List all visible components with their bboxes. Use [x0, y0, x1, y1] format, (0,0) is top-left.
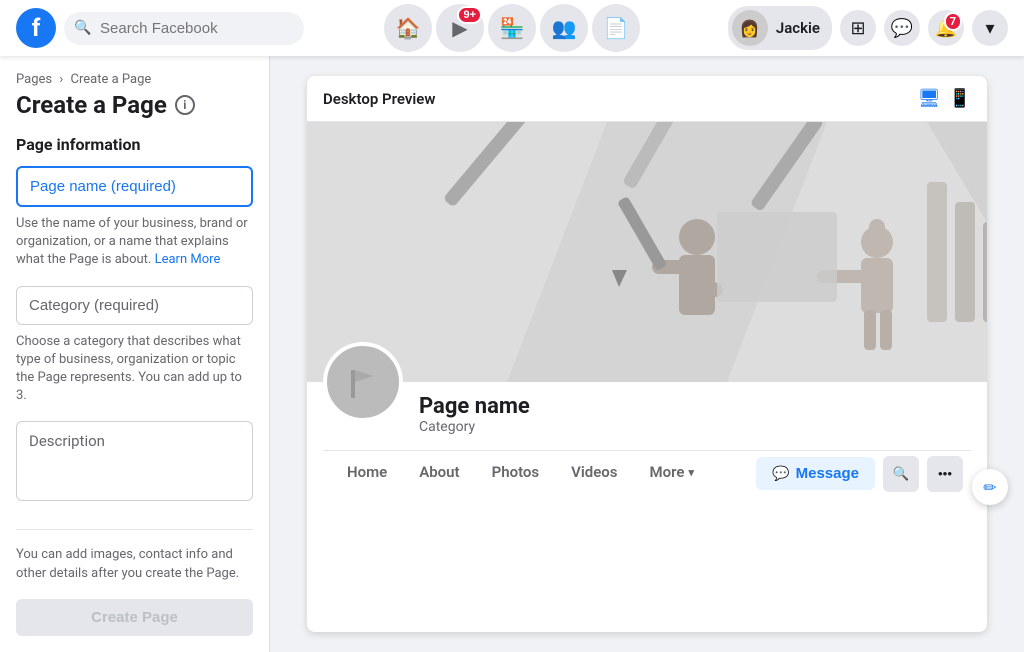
marketplace-nav-button[interactable]: 🏪: [488, 4, 536, 52]
page-name-help: Use the name of your business, brand or …: [16, 215, 253, 270]
description-input[interactable]: [16, 421, 253, 501]
breadcrumb: Pages › Create a Page: [16, 72, 253, 87]
page-name-area: Page name Category: [323, 382, 971, 442]
preview-device-switcher: 🖥 📱: [918, 88, 971, 109]
tab-more-label: More: [649, 463, 684, 481]
preview-title: Desktop Preview: [323, 90, 435, 108]
left-sidebar: Pages › Create a Page Create a Page i Pa…: [0, 56, 270, 652]
message-label: Message: [796, 465, 859, 482]
page-category-display: Category: [419, 419, 971, 435]
cover-illustration: [307, 122, 987, 382]
more-link[interactable]: More: [190, 252, 220, 267]
desktop-preview-icon[interactable]: 🖥: [918, 88, 941, 109]
breadcrumb-separator: ›: [59, 72, 63, 87]
right-content: Desktop Preview 🖥 📱: [270, 56, 1024, 652]
breadcrumb-current: Create a Page: [70, 72, 151, 87]
search-wrap: 🔍: [64, 12, 304, 45]
account-menu-button[interactable]: ▾: [972, 10, 1008, 46]
info-icon[interactable]: i: [175, 95, 195, 115]
add-details-text: You can add images, contact info and oth…: [16, 546, 253, 582]
search-action-button[interactable]: 🔍: [883, 456, 919, 492]
notifications-button[interactable]: 🔔 7: [928, 10, 964, 46]
search-icon: 🔍: [74, 20, 91, 36]
message-button[interactable]: 💬 Message: [756, 457, 875, 490]
page-information-label: Page information: [16, 135, 253, 154]
messenger-button[interactable]: 💬: [884, 10, 920, 46]
gaming-nav-button[interactable]: 📄: [592, 4, 640, 52]
page-heading: Create a Page i: [16, 91, 253, 119]
home-nav-button[interactable]: 🏠: [384, 4, 432, 52]
tab-more-chevron-icon: ▾: [688, 466, 694, 479]
preview-card: Desktop Preview 🖥 📱: [307, 76, 987, 632]
tab-photos[interactable]: Photos: [476, 451, 556, 496]
tab-about[interactable]: About: [403, 451, 475, 496]
top-navigation: f 🔍 🏠 ▶ 9+ 🏪 👥 📄 👩 Jackie ⊞ 💬 🔔 7 ▾: [0, 0, 1024, 56]
create-page-button[interactable]: Create Page: [16, 599, 253, 636]
page-info-area: Page name Category Home About Photos Vid…: [307, 382, 987, 496]
tab-more[interactable]: More ▾: [633, 451, 709, 496]
main-layout: Pages › Create a Page Create a Page i Pa…: [0, 56, 1024, 652]
page-avatar: [323, 342, 403, 422]
notification-badge: 7: [944, 12, 962, 31]
category-help: Choose a category that describes what ty…: [16, 333, 253, 406]
preview-header: Desktop Preview 🖥 📱: [307, 76, 987, 122]
apps-menu-button[interactable]: ⊞: [840, 10, 876, 46]
more-actions-button[interactable]: •••: [927, 456, 963, 492]
video-nav-button[interactable]: ▶ 9+: [436, 4, 484, 52]
learn-link[interactable]: Learn: [155, 252, 188, 267]
page-tabs: Home About Photos Videos More ▾ 💬 Messag…: [323, 450, 971, 496]
cover-photo-area: [307, 122, 987, 382]
nav-center: 🏠 ▶ 9+ 🏪 👥 📄: [384, 4, 640, 52]
category-input[interactable]: [16, 286, 253, 325]
page-heading-text: Create a Page: [16, 91, 167, 119]
tab-videos[interactable]: Videos: [555, 451, 633, 496]
user-name-label: Jackie: [776, 19, 820, 37]
edit-icon-corner[interactable]: ✏: [972, 469, 1008, 505]
message-icon: 💬: [772, 465, 789, 482]
facebook-logo[interactable]: f: [16, 8, 56, 48]
breadcrumb-pages[interactable]: Pages: [16, 72, 52, 87]
tab-home[interactable]: Home: [331, 451, 403, 496]
user-profile-button[interactable]: 👩 Jackie: [728, 6, 832, 50]
nav-right: 👩 Jackie ⊞ 💬 🔔 7 ▾: [648, 6, 1008, 50]
groups-nav-button[interactable]: 👥: [540, 4, 588, 52]
nav-left: f 🔍: [16, 8, 376, 48]
search-input[interactable]: [64, 12, 304, 45]
video-badge: 9+: [457, 6, 482, 24]
page-name-display: Page name: [419, 394, 971, 419]
divider: [16, 529, 253, 530]
mobile-preview-icon[interactable]: 📱: [949, 88, 971, 109]
avatar: 👩: [732, 10, 768, 46]
page-name-input[interactable]: [16, 166, 253, 207]
tab-actions: 💬 Message 🔍 •••: [756, 456, 963, 492]
